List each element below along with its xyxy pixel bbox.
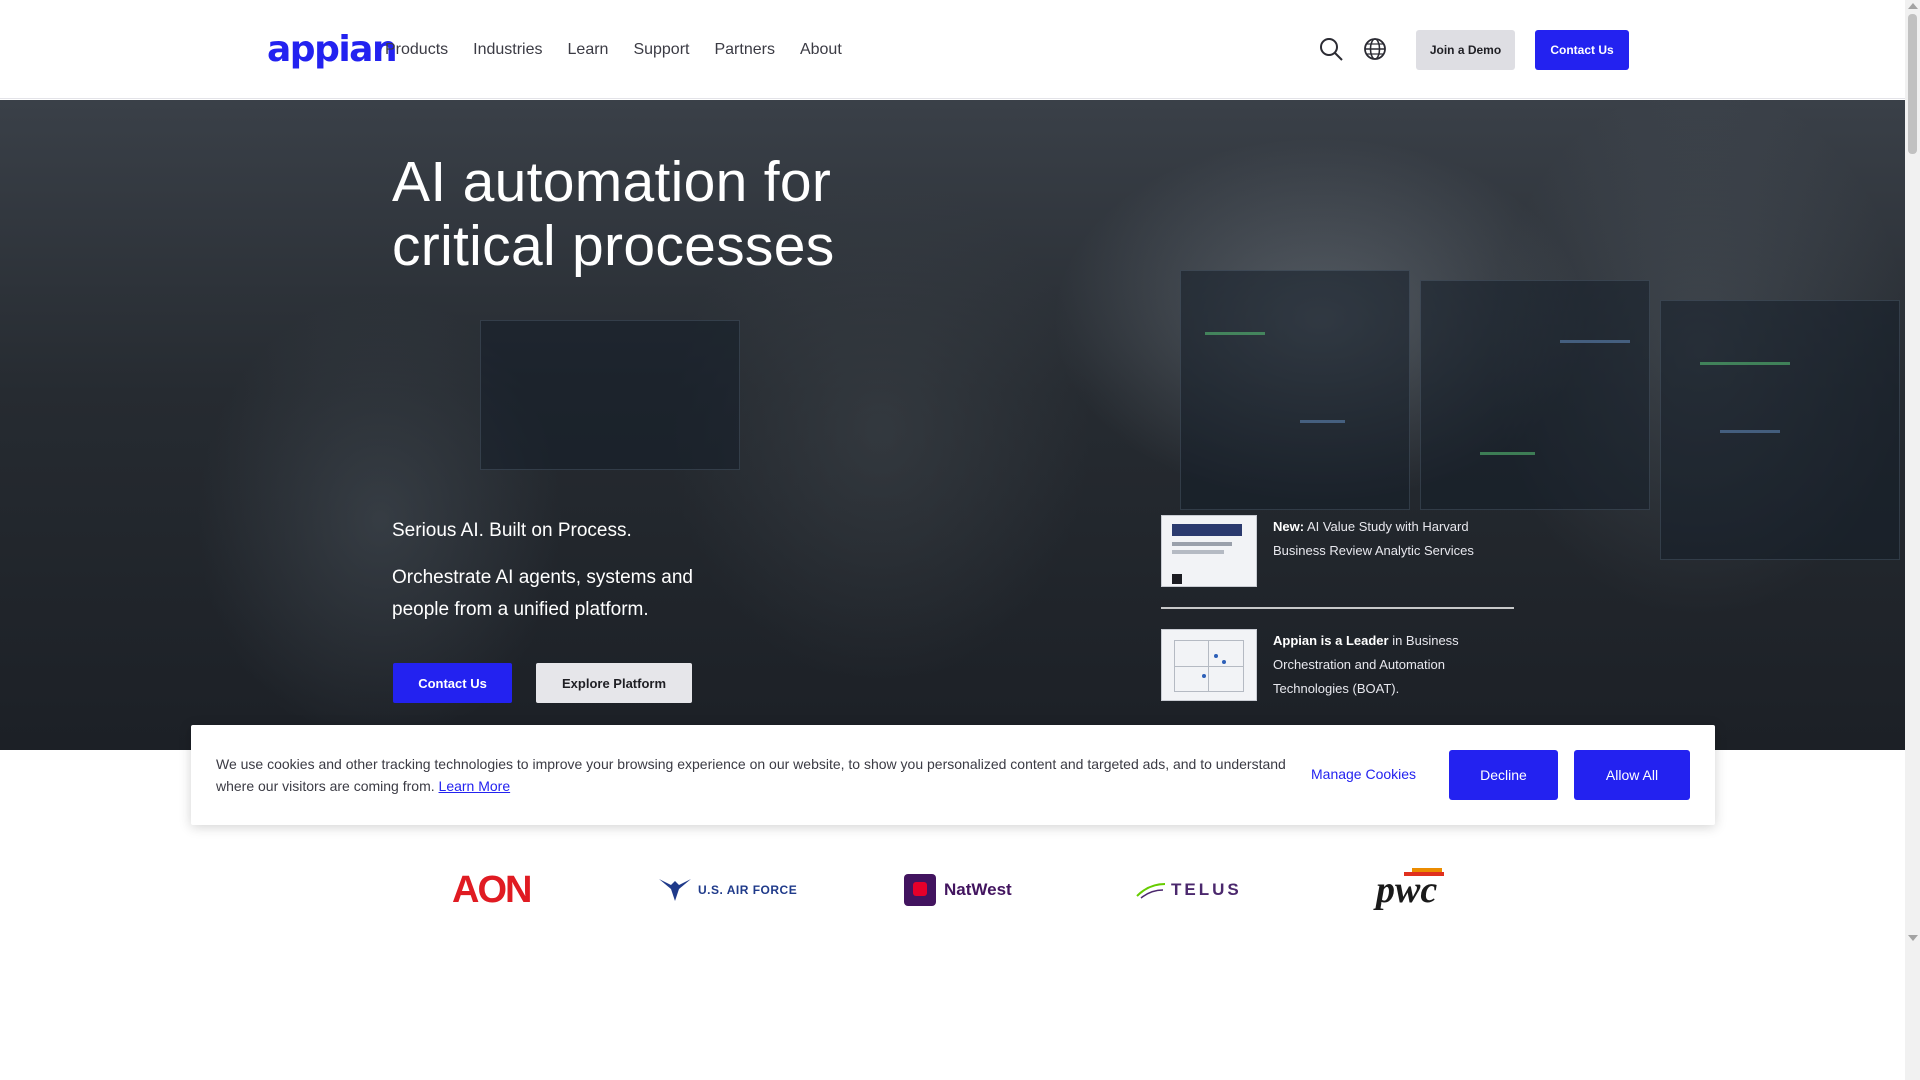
scrollbar-thumb[interactable] <box>1908 14 1917 154</box>
manage-cookies-link[interactable]: Manage Cookies <box>1311 766 1416 782</box>
promo-text: Appian is a Leader in Business Orchestra… <box>1273 629 1483 701</box>
nav-industries[interactable]: Industries <box>473 38 542 62</box>
cookie-banner: We use cookies and other tracking techno… <box>191 725 1715 825</box>
nav-partners[interactable]: Partners <box>714 38 774 62</box>
nav-support[interactable]: Support <box>633 38 689 62</box>
background-monitor <box>1420 280 1650 510</box>
hero-subtitle: Orchestrate AI agents, systems and peopl… <box>392 567 693 620</box>
telus-swoosh-icon <box>1136 883 1166 899</box>
natwest-text: NatWest <box>944 880 1012 899</box>
background-monitor <box>1180 270 1410 510</box>
promo-body: AI Value Study with Harvard Business Rev… <box>1273 519 1474 558</box>
nav-learn[interactable]: Learn <box>568 38 609 62</box>
aon-logo: AON <box>452 868 532 911</box>
monitor-line <box>1300 420 1345 423</box>
search-icon[interactable] <box>1318 36 1344 62</box>
monitor-line <box>1205 332 1265 335</box>
learn-more-link[interactable]: Learn More <box>439 778 511 794</box>
us-air-force-text: U.S. AIR FORCE <box>698 883 798 897</box>
monitor-line <box>1700 362 1790 365</box>
hero-tagline: Serious AI. Built on Process. <box>392 520 632 541</box>
site-header: appian Products Industries Learn Support… <box>0 0 1905 99</box>
scroll-up-arrow-icon[interactable] <box>1908 3 1918 9</box>
cookie-message: We use cookies and other tracking techno… <box>216 753 1286 797</box>
promo-bold: Appian is a Leader <box>1273 633 1389 648</box>
telus-text: TELUS <box>1171 880 1242 899</box>
hero-title-line1: AI automation for <box>392 150 832 214</box>
appian-logo[interactable]: appian <box>267 28 398 72</box>
air-force-wings-icon <box>659 879 691 901</box>
promo-divider <box>1161 607 1514 609</box>
main-nav: Products Industries Learn Support Partne… <box>385 38 867 62</box>
cookie-text: We use cookies and other tracking techno… <box>216 756 1286 794</box>
pwc-logo: pwc <box>1376 868 1444 911</box>
page-scrollbar[interactable] <box>1905 0 1920 1080</box>
background-monitor <box>1660 300 1900 560</box>
nav-about[interactable]: About <box>800 38 842 62</box>
promo-bold: New: <box>1273 519 1305 534</box>
natwest-cubes-icon <box>904 874 936 906</box>
promo-ai-value-study[interactable]: New: AI Value Study with Harvard Busines… <box>1161 515 1514 587</box>
decline-button[interactable]: Decline <box>1449 750 1558 800</box>
telus-logo: TELUS <box>1135 870 1242 910</box>
allow-all-button[interactable]: Allow All <box>1574 750 1690 800</box>
monitor-line <box>1560 340 1630 343</box>
pwc-stripes-icon <box>1404 868 1444 876</box>
explore-platform-button[interactable]: Explore Platform <box>536 663 692 703</box>
hero-section: AI automation for critical processes Ser… <box>0 100 1905 750</box>
hero-title: AI automation for critical processes <box>392 150 1012 278</box>
nav-products[interactable]: Products <box>385 38 448 62</box>
contact-us-button[interactable]: Contact Us <box>1535 30 1629 70</box>
hero-contact-button[interactable]: Contact Us <box>393 663 512 703</box>
scroll-down-arrow-icon[interactable] <box>1908 935 1918 941</box>
globe-icon[interactable] <box>1362 36 1388 62</box>
us-air-force-logo: U.S. AIR FORCE <box>658 870 797 910</box>
hero-title-line2: critical processes <box>392 214 835 278</box>
promo-text: New: AI Value Study with Harvard Busines… <box>1273 515 1483 587</box>
promo-boat-leader[interactable]: Appian is a Leader in Business Orchestra… <box>1161 629 1514 701</box>
monitor-line <box>1480 452 1535 455</box>
join-demo-button[interactable]: Join a Demo <box>1416 30 1515 70</box>
monitor-line <box>1720 430 1780 433</box>
report-thumbnail <box>1161 629 1257 701</box>
report-thumbnail <box>1161 515 1257 587</box>
background-monitor <box>480 320 740 470</box>
natwest-logo: NatWest <box>904 870 1012 910</box>
